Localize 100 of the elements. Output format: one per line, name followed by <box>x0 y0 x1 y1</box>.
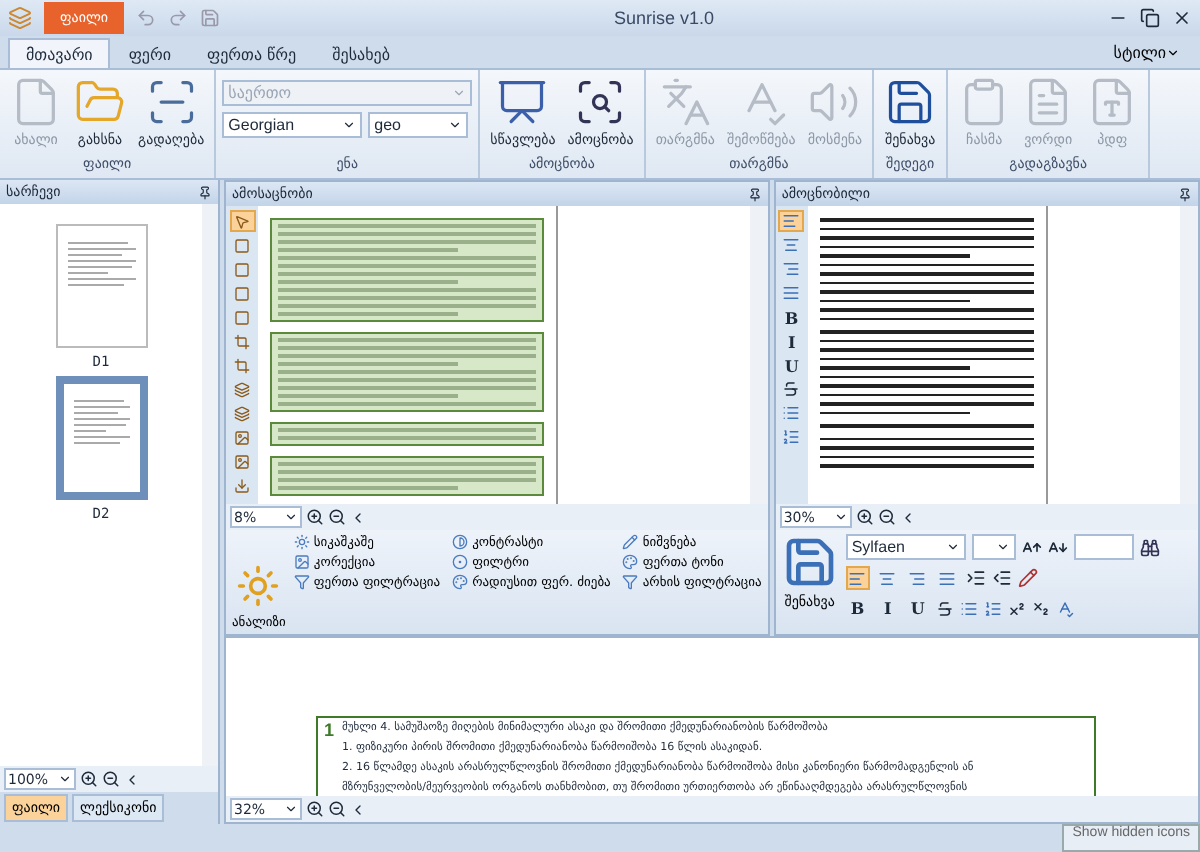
image-icon <box>293 554 310 570</box>
sun-icon <box>236 564 281 608</box>
pin-icon[interactable] <box>198 185 212 199</box>
download-icon <box>234 477 250 493</box>
chevron-down-icon[interactable] <box>995 540 1010 554</box>
zoom-out-icon[interactable] <box>877 508 896 526</box>
spellcheck-icon[interactable] <box>1055 599 1074 617</box>
chevron-down-icon[interactable] <box>833 510 848 524</box>
tool-button[interactable] <box>229 378 255 400</box>
search-field[interactable] <box>1073 534 1134 560</box>
scroll-left-icon[interactable] <box>350 801 366 817</box>
image-icon <box>234 453 250 469</box>
languages-icon <box>659 76 712 128</box>
magnifier-icon <box>574 76 627 128</box>
format-button[interactable]: U <box>778 354 805 376</box>
numbered-list-icon <box>782 428 801 446</box>
ribbon-tab[interactable]: შესახებ <box>314 38 408 68</box>
language-code-dropdown[interactable]: geo <box>368 112 469 138</box>
font-dropdown[interactable]: Sylfaen <box>845 534 966 560</box>
chevron-down-icon[interactable] <box>448 118 463 132</box>
indent-icon[interactable] <box>965 568 986 588</box>
shrink-font-icon[interactable] <box>1047 537 1068 557</box>
tool-button[interactable] <box>229 330 255 352</box>
filter-icon <box>293 574 310 590</box>
bullet-list-icon <box>782 404 801 422</box>
layers-icon <box>234 381 250 397</box>
tool-button[interactable] <box>229 282 255 304</box>
format-button[interactable]: I <box>778 330 805 352</box>
style-menu[interactable]: სტილი <box>1101 41 1192 63</box>
align-center-icon <box>782 236 801 254</box>
subscript-icon[interactable] <box>1031 599 1050 617</box>
ribbon-tab[interactable]: ფერი <box>110 38 189 68</box>
zoom-out-icon[interactable] <box>102 770 120 788</box>
tool-button[interactable] <box>229 450 255 472</box>
align-left-icon <box>782 212 801 230</box>
pin-icon[interactable] <box>1178 187 1192 201</box>
tool-button[interactable] <box>229 258 255 280</box>
zoom-in-icon[interactable] <box>306 800 324 818</box>
align-left-button[interactable] <box>778 210 805 232</box>
zoom-in-icon[interactable] <box>855 508 874 526</box>
format-button[interactable]: B <box>845 596 870 620</box>
zoom-in-icon[interactable] <box>306 508 324 526</box>
crop-icon <box>234 357 250 373</box>
align-right-icon <box>782 260 801 278</box>
format-button[interactable]: U <box>905 596 930 620</box>
chevron-down-icon[interactable] <box>284 510 298 524</box>
tool-button[interactable] <box>229 474 255 496</box>
palette-icon <box>452 574 469 590</box>
chevron-down-icon[interactable] <box>342 118 357 132</box>
image-icon <box>234 429 250 445</box>
tool-button[interactable] <box>229 402 255 424</box>
numbered-list-icon[interactable] <box>983 599 1002 617</box>
ribbon-tab[interactable]: ფერთა წრე <box>189 38 315 68</box>
align-right-icon <box>908 569 927 587</box>
align-justify-icon <box>938 569 957 587</box>
chevron-down-icon[interactable] <box>284 802 298 816</box>
grow-font-icon[interactable] <box>1021 537 1042 557</box>
scrollbar[interactable] <box>1180 206 1198 504</box>
strikethrough-icon <box>782 380 801 398</box>
tool-button[interactable] <box>229 306 255 328</box>
outdent-icon[interactable] <box>991 568 1012 588</box>
close-icon[interactable] <box>1172 8 1192 28</box>
format-button[interactable]: B <box>778 306 805 328</box>
language-dropdown[interactable]: Georgian <box>222 112 363 138</box>
chevron-down-icon[interactable] <box>945 540 960 554</box>
chevron-down-icon[interactable] <box>1166 45 1180 59</box>
chevron-down-icon[interactable] <box>58 772 72 786</box>
font-color-icon[interactable] <box>1017 568 1038 588</box>
zoom-out-icon[interactable] <box>328 800 346 818</box>
tool-button[interactable] <box>229 426 255 448</box>
find-icon[interactable] <box>1139 537 1160 557</box>
scroll-left-icon[interactable] <box>350 509 366 525</box>
circle-icon <box>452 554 469 570</box>
app-logo-icon <box>8 6 32 30</box>
palette-icon <box>622 554 639 570</box>
tool-button[interactable] <box>229 234 255 256</box>
page-thumbnail[interactable] <box>55 376 147 500</box>
zoom-in-icon[interactable] <box>80 770 98 788</box>
bullet-list-icon[interactable] <box>959 599 978 617</box>
block-number: 1 <box>324 720 335 744</box>
align-left-icon <box>848 569 867 587</box>
tool-button[interactable] <box>229 354 255 376</box>
restore-icon[interactable] <box>1140 8 1160 28</box>
strikethrough-icon[interactable] <box>935 599 954 617</box>
align-left-button[interactable] <box>845 566 870 590</box>
ribbon-tab[interactable]: მთავარი <box>8 38 111 68</box>
page-thumbnail[interactable] <box>55 224 147 348</box>
pin-icon[interactable] <box>747 187 762 201</box>
zoom-out-icon[interactable] <box>328 508 346 526</box>
format-button[interactable]: I <box>875 596 900 620</box>
align-justify-icon <box>782 284 801 302</box>
window-title: Sunrise v1.0 <box>612 8 717 28</box>
save-icon <box>781 534 838 590</box>
tool-button[interactable] <box>229 210 255 232</box>
crop-icon <box>234 333 250 349</box>
scroll-left-icon[interactable] <box>124 771 140 787</box>
save-icon <box>884 76 937 128</box>
scrollbar[interactable] <box>749 206 768 504</box>
align-center-icon <box>878 569 897 587</box>
superscript-icon[interactable] <box>1007 599 1026 617</box>
